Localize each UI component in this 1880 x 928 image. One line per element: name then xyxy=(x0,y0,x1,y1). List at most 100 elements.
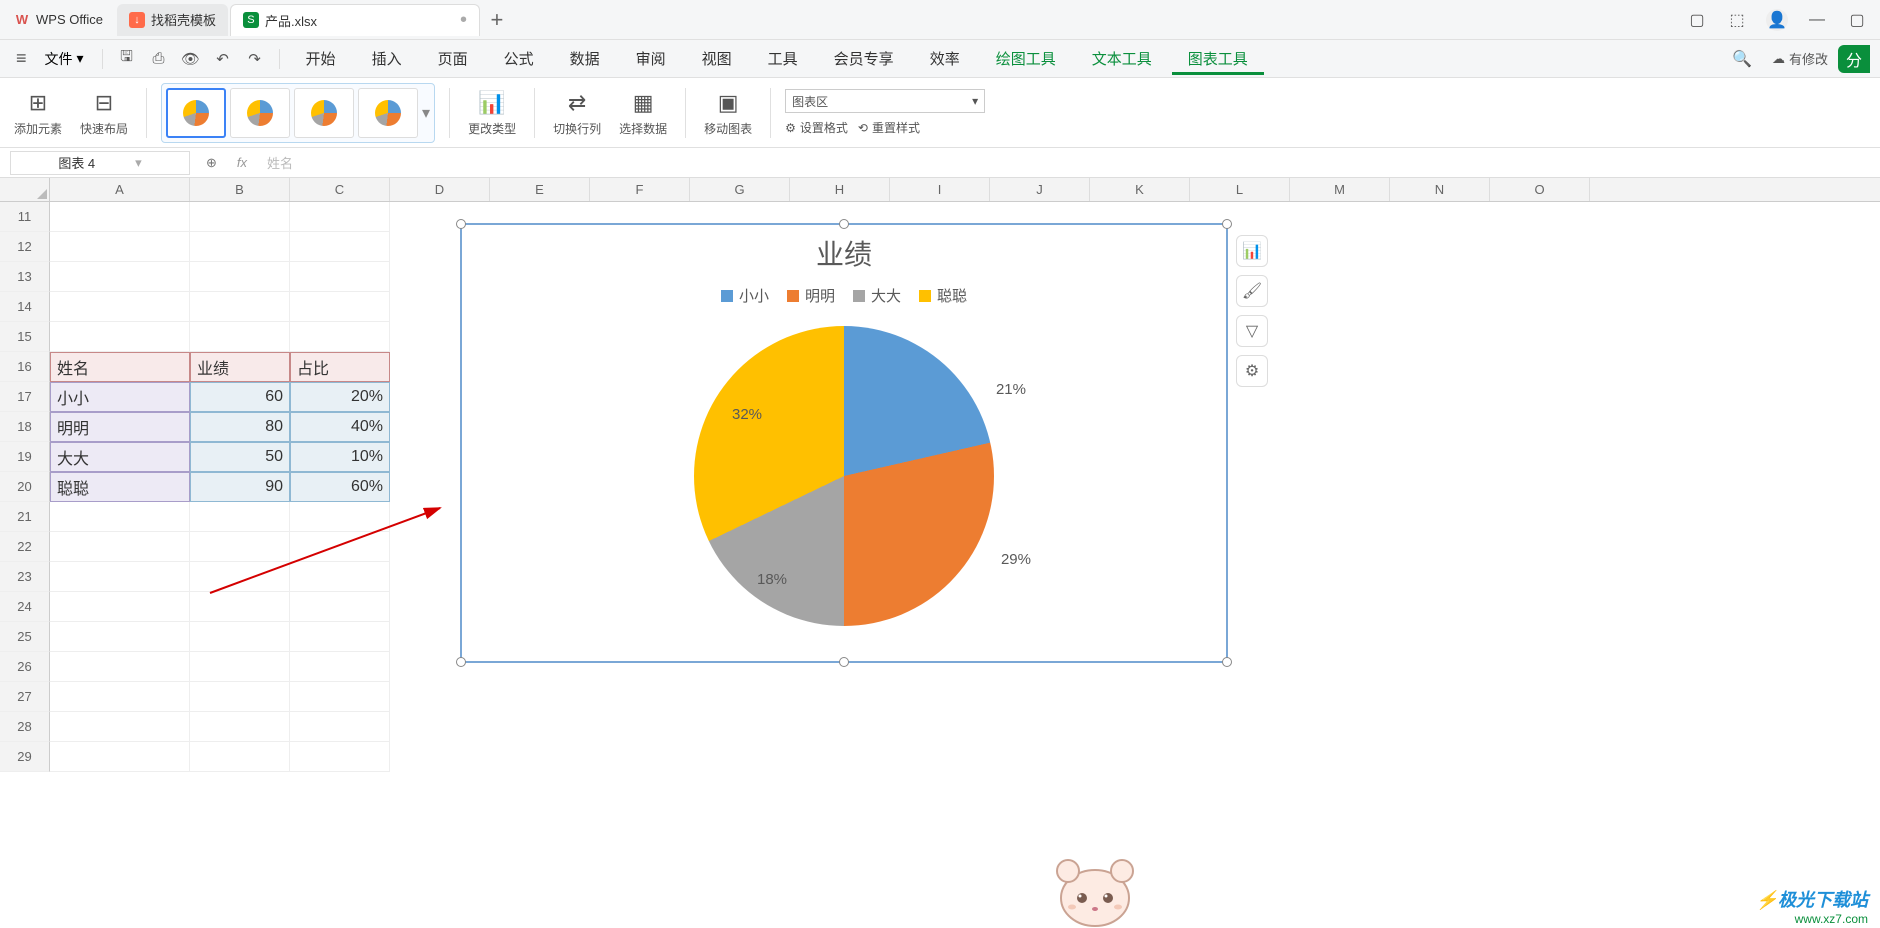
sheet-area[interactable]: A B C D E F G H I J K L M N O 1112131415… xyxy=(0,178,1880,928)
redo-icon[interactable]: ↷ xyxy=(241,45,269,73)
col-C[interactable]: C xyxy=(290,178,390,201)
style-thumb-2[interactable] xyxy=(230,88,290,138)
row-15[interactable]: 15 xyxy=(0,322,50,352)
menu-formula[interactable]: 公式 xyxy=(488,42,550,75)
menu-tools[interactable]: 工具 xyxy=(752,42,814,75)
chart-settings-button[interactable]: ⚙ xyxy=(1236,355,1268,387)
row-28[interactable]: 28 xyxy=(0,712,50,742)
style-thumb-1[interactable] xyxy=(166,88,226,138)
menu-insert[interactable]: 插入 xyxy=(356,42,418,75)
cell-name[interactable]: 聪聪 xyxy=(50,472,190,502)
cell-perf[interactable]: 90 xyxy=(190,472,290,502)
col-B[interactable]: B xyxy=(190,178,290,201)
minimize-button[interactable]: — xyxy=(1806,9,1828,31)
tab-template[interactable]: ↓ 找稻壳模板 xyxy=(117,4,228,36)
cell-perf[interactable]: 50 xyxy=(190,442,290,472)
row-19[interactable]: 19 xyxy=(0,442,50,472)
change-type-button[interactable]: 📊 更改类型 xyxy=(464,88,520,137)
row-22[interactable]: 22 xyxy=(0,532,50,562)
add-tab-button[interactable]: + xyxy=(482,5,512,35)
chart-style-button[interactable]: 🖌 xyxy=(1236,275,1268,307)
legend-item[interactable]: 大大 xyxy=(853,285,901,306)
move-chart-button[interactable]: ▣ 移动图表 xyxy=(700,88,756,137)
row-23[interactable]: 23 xyxy=(0,562,50,592)
share-button[interactable]: 分 xyxy=(1838,45,1870,73)
menu-member[interactable]: 会员专享 xyxy=(818,42,910,75)
cell-name[interactable]: 小小 xyxy=(50,382,190,412)
col-G[interactable]: G xyxy=(690,178,790,201)
hamburger-icon[interactable]: ≡ xyxy=(10,48,33,69)
sync-status[interactable]: ☁有修改 xyxy=(1772,49,1828,68)
cube-icon[interactable]: ⬚ xyxy=(1726,9,1748,31)
tab-document[interactable]: S 产品.xlsx • xyxy=(230,4,480,36)
reset-style-button[interactable]: ⟲重置样式 xyxy=(858,119,920,136)
row-11[interactable]: 11 xyxy=(0,202,50,232)
chevron-down-icon[interactable]: ▾ xyxy=(422,103,430,123)
menu-page[interactable]: 页面 xyxy=(422,42,484,75)
menu-data[interactable]: 数据 xyxy=(554,42,616,75)
fx-icon[interactable]: fx xyxy=(237,155,247,170)
row-17[interactable]: 17 xyxy=(0,382,50,412)
cell-pct[interactable]: 40% xyxy=(290,412,390,442)
resize-handle[interactable] xyxy=(1222,219,1232,229)
row-14[interactable]: 14 xyxy=(0,292,50,322)
switch-rowcol-button[interactable]: ⇄ 切换行列 xyxy=(549,88,605,137)
col-N[interactable]: N xyxy=(1390,178,1490,201)
resize-handle[interactable] xyxy=(1222,657,1232,667)
menu-drawing-tools[interactable]: 绘图工具 xyxy=(980,42,1072,75)
style-thumb-4[interactable] xyxy=(358,88,418,138)
col-O[interactable]: O xyxy=(1490,178,1590,201)
resize-handle[interactable] xyxy=(456,657,466,667)
chart-elements-button[interactable]: 📊 xyxy=(1236,235,1268,267)
row-13[interactable]: 13 xyxy=(0,262,50,292)
preview-icon[interactable]: 👁 xyxy=(177,45,205,73)
legend-item[interactable]: 小小 xyxy=(721,285,769,306)
row-16[interactable]: 16 xyxy=(0,352,50,382)
row-25[interactable]: 25 xyxy=(0,622,50,652)
cell-name[interactable]: 大大 xyxy=(50,442,190,472)
legend-item[interactable]: 聪聪 xyxy=(919,285,967,306)
resize-handle[interactable] xyxy=(839,219,849,229)
chart-area-select[interactable]: 图表区 ▾ xyxy=(785,89,985,113)
header-name[interactable]: 姓名 xyxy=(50,352,190,382)
chart-styles-gallery[interactable]: ▾ xyxy=(161,83,435,143)
maximize-button[interactable]: ▢ xyxy=(1846,9,1868,31)
chart-filter-button[interactable]: ▽ xyxy=(1236,315,1268,347)
pie-slices[interactable] xyxy=(694,326,994,626)
row-26[interactable]: 26 xyxy=(0,652,50,682)
col-I[interactable]: I xyxy=(890,178,990,201)
quick-layout-button[interactable]: ⊟ 快速布局 xyxy=(76,88,132,137)
zoom-icon[interactable]: ⊕ xyxy=(206,155,217,171)
set-format-button[interactable]: ⚙设置格式 xyxy=(785,119,848,136)
cell-perf[interactable]: 80 xyxy=(190,412,290,442)
formula-value[interactable]: 姓名 xyxy=(267,153,293,172)
cell-pct[interactable]: 20% xyxy=(290,382,390,412)
resize-handle[interactable] xyxy=(839,657,849,667)
search-icon[interactable]: 🔍 xyxy=(1722,49,1762,69)
row-12[interactable]: 12 xyxy=(0,232,50,262)
file-menu[interactable]: 文件 ▾ xyxy=(37,45,92,73)
col-H[interactable]: H xyxy=(790,178,890,201)
cell-pct[interactable]: 10% xyxy=(290,442,390,472)
cell-name[interactable]: 明明 xyxy=(50,412,190,442)
legend-item[interactable]: 明明 xyxy=(787,285,835,306)
col-D[interactable]: D xyxy=(390,178,490,201)
menu-view[interactable]: 视图 xyxy=(686,42,748,75)
chart-title[interactable]: 业绩 xyxy=(462,225,1226,273)
pie-chart[interactable]: 21% 29% 18% 32% xyxy=(462,326,1226,626)
chart-object[interactable]: 业绩 小小 明明 大大 聪聪 21% 29% 18% 32% 📊 🖌 ▽ ⚙ xyxy=(460,223,1228,663)
menu-chart-tools[interactable]: 图表工具 xyxy=(1172,42,1264,75)
menu-efficiency[interactable]: 效率 xyxy=(914,42,976,75)
avatar-icon[interactable]: 👤 xyxy=(1766,9,1788,31)
chart-legend[interactable]: 小小 明明 大大 聪聪 xyxy=(462,285,1226,306)
row-27[interactable]: 27 xyxy=(0,682,50,712)
cell-perf[interactable]: 60 xyxy=(190,382,290,412)
select-data-button[interactable]: ▦ 选择数据 xyxy=(615,88,671,137)
undo-icon[interactable]: ↶ xyxy=(209,45,237,73)
row-21[interactable]: 21 xyxy=(0,502,50,532)
col-A[interactable]: A xyxy=(50,178,190,201)
select-all-corner[interactable] xyxy=(0,178,50,202)
menu-review[interactable]: 审阅 xyxy=(620,42,682,75)
print-icon[interactable]: ⎙ xyxy=(145,45,173,73)
add-element-button[interactable]: ⊞ 添加元素 xyxy=(10,88,66,137)
